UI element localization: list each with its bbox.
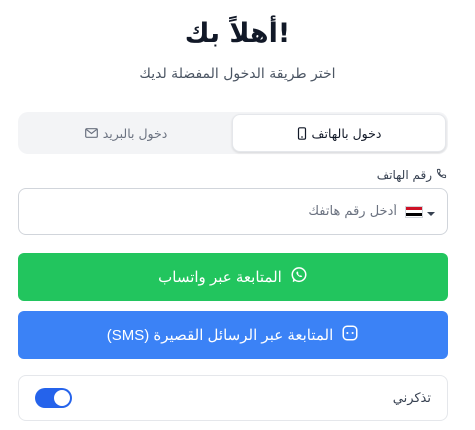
phone-field-label: رقم الهاتف xyxy=(377,168,447,182)
phone-label-text: رقم الهاتف xyxy=(376,168,432,182)
remember-me-label: تذكرني xyxy=(392,390,431,406)
phone-input[interactable] xyxy=(277,204,397,219)
tab-phone-label: دخول بالهاتف xyxy=(311,125,382,141)
chevron-down-icon xyxy=(427,202,435,221)
sms-continue-button[interactable]: المتابعة عبر الرسائل القصيرة (SMS) xyxy=(18,311,448,359)
login-page: أهلاً بك! اختر طريقة الدخول المفضلة لديك… xyxy=(0,0,475,430)
sms-button-label: المتابعة عبر الرسائل القصيرة (SMS) xyxy=(106,327,334,344)
phone-input-container xyxy=(18,188,448,235)
tab-phone[interactable]: دخول بالهاتف xyxy=(232,114,446,152)
remember-me-toggle[interactable] xyxy=(35,388,72,408)
page-subtitle: اختر طريقة الدخول المفضلة لديك xyxy=(139,66,336,82)
whatsapp-continue-button[interactable]: المتابعة عبر واتساب xyxy=(18,253,448,301)
whatsapp-button-label: المتابعة عبر واتساب xyxy=(158,269,282,286)
tab-email[interactable]: دخول بالبريد xyxy=(20,114,232,152)
page-title: أهلاً بك! xyxy=(184,18,291,49)
tab-email-label: دخول بالبريد xyxy=(102,125,168,141)
login-method-tabs: دخول بالهاتف دخول بالبريد xyxy=(18,112,448,154)
phone-icon xyxy=(297,126,307,140)
toggle-knob xyxy=(54,390,70,406)
remember-me-row: تذكرني xyxy=(18,375,448,421)
country-selector[interactable] xyxy=(405,202,435,221)
whatsapp-icon xyxy=(290,266,308,288)
phone-handset-icon xyxy=(436,168,447,182)
mail-icon xyxy=(84,128,98,138)
egypt-flag-icon xyxy=(405,205,423,218)
message-icon xyxy=(341,324,359,346)
